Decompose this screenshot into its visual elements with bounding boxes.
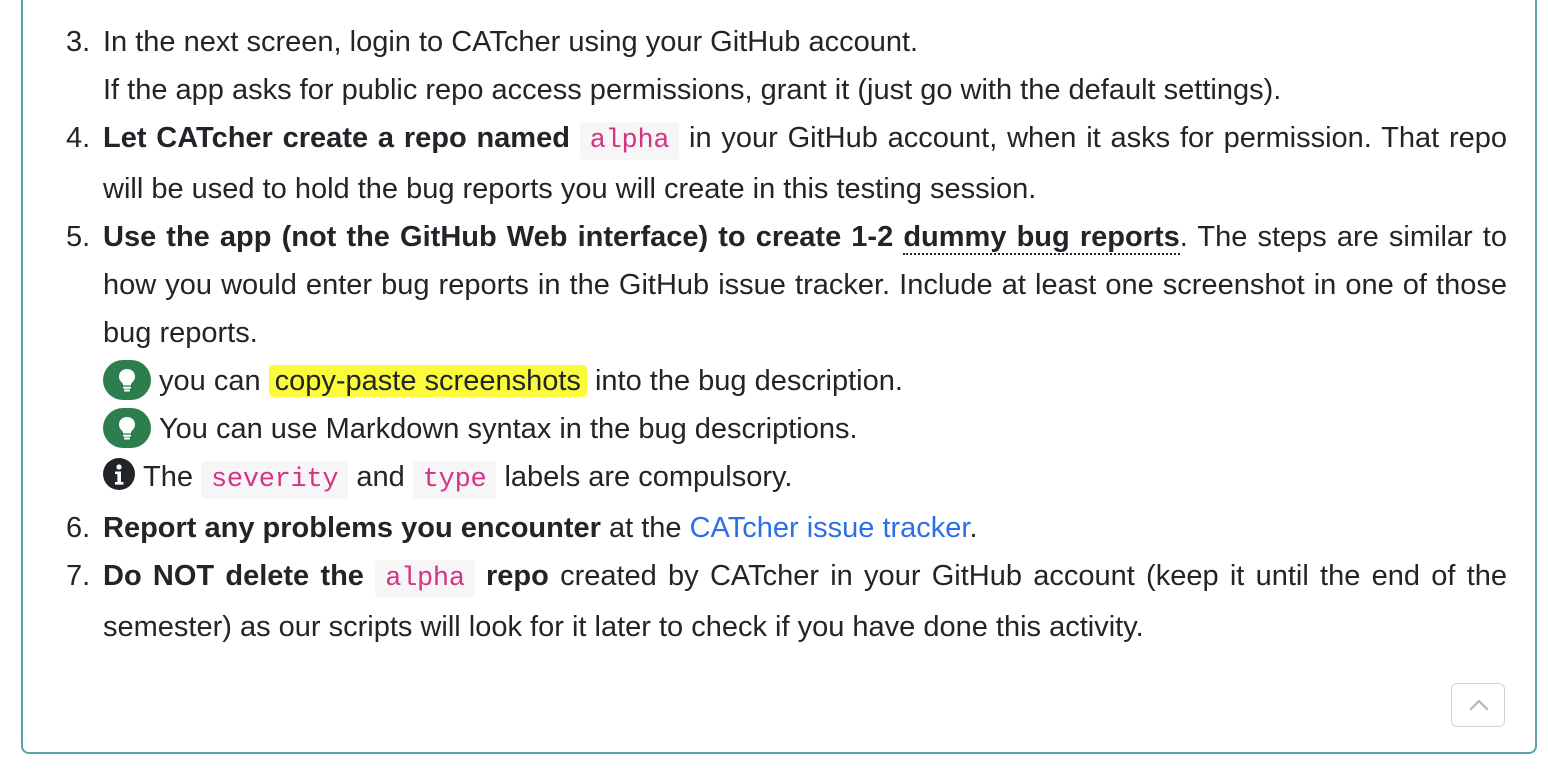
step-text: at the — [600, 512, 690, 544]
step-text: . — [969, 512, 978, 544]
step-number: 7. — [66, 560, 91, 592]
step-text: In the next screen, login to CATcher usi… — [103, 26, 919, 58]
step-bold-text: Do NOT delete the — [103, 560, 376, 592]
info-labels-note: The severity and type labels are compuls… — [103, 453, 1507, 504]
highlighted-text: copy-paste screenshots — [268, 365, 587, 397]
info-text: The — [143, 461, 202, 493]
bold-part: Use the app (not the GitHub Web interfac… — [103, 221, 904, 253]
catcher-issue-tracker-link[interactable]: CATcher issue tracker — [690, 512, 970, 544]
instructions-list: 3. In the next screen, login to CATcher … — [66, 18, 1507, 651]
code-type: type — [412, 461, 497, 499]
step-bold-text: Use the app (not the GitHub Web interfac… — [103, 221, 1180, 255]
code-alpha: alpha — [579, 122, 680, 160]
tip-text: into the bug description. — [586, 365, 903, 397]
info-text: and — [348, 461, 413, 493]
info-circle-icon — [103, 458, 135, 490]
scroll-to-top-button[interactable] — [1451, 683, 1505, 727]
code-severity: severity — [201, 461, 349, 499]
list-item-step-4: 4. Let CATcher create a repo named alpha… — [66, 114, 1507, 213]
list-item-step-6: 6. Report any problems you encounter at … — [66, 504, 1507, 552]
step-number: 4. — [66, 122, 91, 154]
tip-markdown: You can use Markdown syntax in the bug d… — [103, 405, 1507, 453]
chevron-up-icon — [1469, 699, 1489, 711]
step-bold-text: Report any problems you encounter — [103, 512, 601, 544]
code-alpha: alpha — [375, 560, 475, 598]
lightbulb-icon — [103, 360, 151, 400]
tip-text: you can — [159, 365, 269, 397]
info-text: labels are compulsory. — [496, 461, 793, 493]
tip-text: You can use Markdown syntax in the bug d… — [159, 413, 858, 445]
step-bold-text: repo — [474, 560, 549, 592]
step-number: 5. — [66, 221, 91, 253]
list-item-step-3: 3. In the next screen, login to CATcher … — [66, 18, 1507, 114]
step-text: If the app asks for public repo access p… — [103, 74, 1282, 106]
list-item-step-7: 7. Do NOT delete the alpha repo created … — [66, 552, 1507, 651]
lightbulb-icon — [103, 408, 151, 448]
dummy-bug-reports-term[interactable]: dummy bug reports — [903, 221, 1180, 255]
step-bold-text: Let CATcher create a repo named — [103, 122, 570, 154]
step-number: 6. — [66, 512, 91, 544]
step-number: 3. — [66, 26, 91, 58]
tip-copy-paste: you can copy-paste screenshots into the … — [103, 357, 1507, 405]
list-item-step-5: 5. Use the app (not the GitHub Web inter… — [66, 213, 1507, 504]
